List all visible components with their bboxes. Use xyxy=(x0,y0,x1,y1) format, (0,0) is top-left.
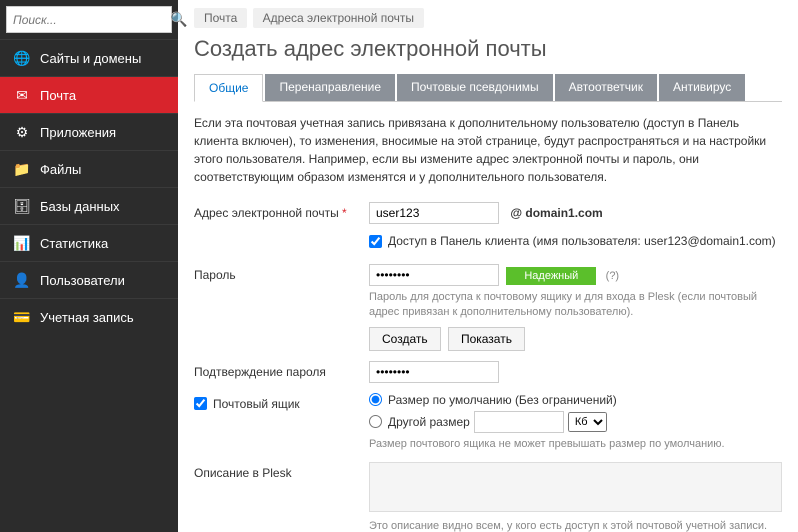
sidebar: 🔍 🌐 Сайты и домены ✉ Почта ⚙ Приложения 📁 Фа… xyxy=(0,0,178,532)
sidebar-item-files[interactable]: 📁 Файлы xyxy=(0,150,178,187)
search-box[interactable]: 🔍 xyxy=(6,6,172,33)
database-icon: 🗄 xyxy=(14,198,30,214)
user-icon: 👤 xyxy=(14,272,30,288)
tabs: Общие Перенаправление Почтовые псевдоним… xyxy=(194,74,782,102)
tab-autoreply[interactable]: Автоответчик xyxy=(555,74,657,101)
password-input[interactable] xyxy=(369,264,499,286)
password-strength-badge: Надежный xyxy=(506,267,596,285)
size-default-label: Размер по умолчанию (Без ограничений) xyxy=(388,393,617,407)
size-value-input[interactable] xyxy=(474,411,564,433)
email-domain: @ domain1.com xyxy=(510,206,602,220)
sidebar-item-db[interactable]: 🗄 Базы данных xyxy=(0,187,178,224)
sidebar-item-label: Пользователи xyxy=(40,273,125,288)
sidebar-item-sites[interactable]: 🌐 Сайты и домены xyxy=(0,39,178,76)
sidebar-item-label: Учетная запись xyxy=(40,310,134,325)
email-label: Адрес электронной почты * xyxy=(194,202,369,220)
size-other-label: Другой размер xyxy=(388,415,470,429)
plesk-desc-textarea[interactable] xyxy=(369,462,782,512)
page-title: Создать адрес электронной почты xyxy=(194,36,782,62)
page-description: Если эта почтовая учетная запись привяза… xyxy=(194,114,782,186)
main-content: Почта Адреса электронной почты Создать а… xyxy=(178,0,798,532)
panel-access-label: Доступ в Панель клиента (имя пользовател… xyxy=(388,234,776,248)
mail-icon: ✉ xyxy=(14,87,30,103)
plesk-desc-label: Описание в Plesk xyxy=(194,462,369,480)
size-hint: Размер почтового ящика не может превышат… xyxy=(369,437,782,452)
plesk-desc-hint: Это описание видно всем, у кого есть дос… xyxy=(369,519,782,532)
password-hint: Пароль для доступа к почтовому ящику и д… xyxy=(369,290,782,321)
breadcrumb: Почта Адреса электронной почты xyxy=(194,8,782,28)
sidebar-item-account[interactable]: 💳 Учетная запись xyxy=(0,298,178,335)
email-input[interactable] xyxy=(369,202,499,224)
sidebar-item-label: Приложения xyxy=(40,125,116,140)
help-icon[interactable]: (?) xyxy=(606,270,619,282)
breadcrumb-item[interactable]: Адреса электронной почты xyxy=(253,8,424,28)
sidebar-item-label: Почта xyxy=(40,88,76,103)
sidebar-item-label: Статистика xyxy=(40,236,108,251)
sidebar-item-users[interactable]: 👤 Пользователи xyxy=(0,261,178,298)
card-icon: 💳 xyxy=(14,309,30,325)
folder-icon: 📁 xyxy=(14,161,30,177)
size-unit-select[interactable]: Кб xyxy=(568,412,607,432)
search-input[interactable] xyxy=(13,13,170,27)
confirm-password-input[interactable] xyxy=(369,361,499,383)
confirm-password-label: Подтверждение пароля xyxy=(194,361,369,379)
breadcrumb-item[interactable]: Почта xyxy=(194,8,247,28)
generate-password-button[interactable]: Создать xyxy=(369,327,441,351)
show-password-button[interactable]: Показать xyxy=(448,327,525,351)
sidebar-item-label: Базы данных xyxy=(40,199,120,214)
sidebar-item-apps[interactable]: ⚙ Приложения xyxy=(0,113,178,150)
tab-forwarding[interactable]: Перенаправление xyxy=(265,74,395,101)
sidebar-item-mail[interactable]: ✉ Почта xyxy=(0,76,178,113)
sidebar-item-stats[interactable]: 📊 Статистика xyxy=(0,224,178,261)
tab-aliases[interactable]: Почтовые псевдонимы xyxy=(397,74,553,101)
tab-antivirus[interactable]: Антивирус xyxy=(659,74,745,101)
mailbox-label: Почтовый ящик xyxy=(213,397,300,411)
chart-icon: 📊 xyxy=(14,235,30,251)
tab-general[interactable]: Общие xyxy=(194,74,263,102)
sidebar-item-label: Файлы xyxy=(40,162,81,177)
size-default-radio[interactable] xyxy=(369,393,382,406)
panel-access-checkbox[interactable] xyxy=(369,235,382,248)
password-label: Пароль xyxy=(194,264,369,282)
sidebar-item-label: Сайты и домены xyxy=(40,51,141,66)
mailbox-checkbox[interactable] xyxy=(194,397,207,410)
size-other-radio[interactable] xyxy=(369,415,382,428)
globe-icon: 🌐 xyxy=(14,50,30,66)
gear-icon: ⚙ xyxy=(14,124,30,140)
